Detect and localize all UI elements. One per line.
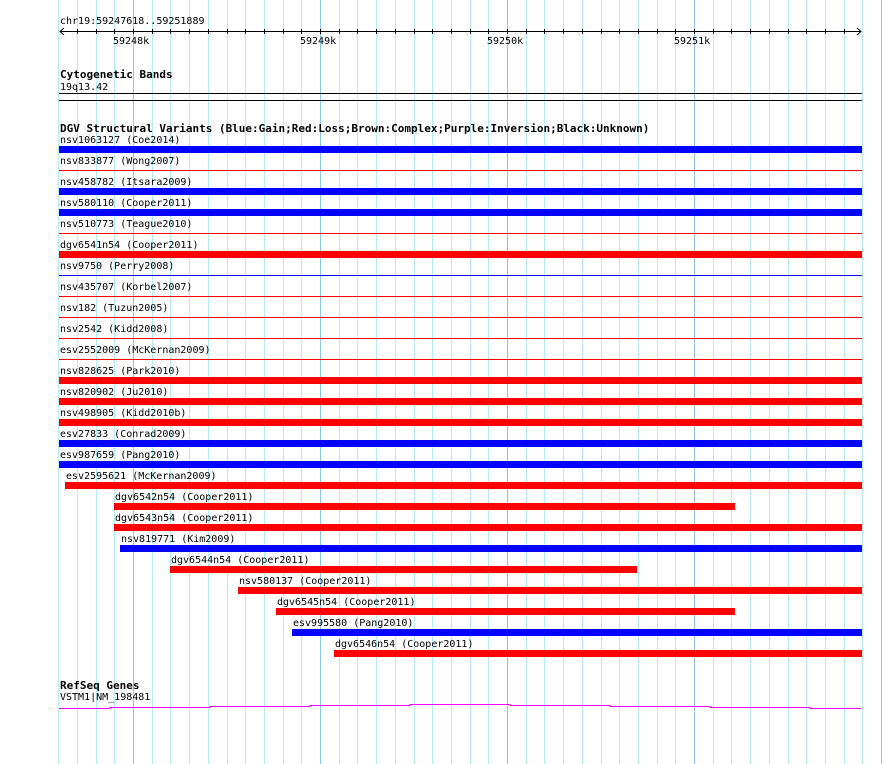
variant-label[interactable]: nsv828625 (Park2010) [60,366,180,377]
variant-row[interactable]: dgv6542n54 (Cooper2011) [114,492,735,510]
ruler-tick-label: 59250k [487,36,523,47]
variant-row[interactable]: esv27833 (Conrad2009) [59,429,862,447]
region-label: chr19:59247618..59251889 [60,16,205,27]
cytoband-title: Cytogenetic Bands [60,68,173,81]
variant-row[interactable]: nsv498905 (Kidd2010b) [59,408,862,426]
refseq-track: RefSeq Genes VSTM1|NM_198481 [59,679,861,709]
variant-row[interactable]: nsv9750 (Perry2008) [59,261,862,276]
gene-label[interactable]: VSTM1|NM_198481 [60,692,150,703]
cytoband-label: 19q13.42 [60,82,108,93]
variant-label[interactable]: dgv6546n54 (Cooper2011) [335,639,473,650]
variant-label[interactable]: nsv498905 (Kidd2010b) [60,408,186,419]
variant-list: nsv1063127 (Coe2014) nsv833877 (Wong2007)… [59,135,862,657]
variant-label[interactable]: nsv1063127 (Coe2014) [60,135,180,146]
variant-label[interactable]: dgv6545n54 (Cooper2011) [277,597,415,608]
variant-row[interactable]: nsv435707 (Korbel2007) [59,282,862,297]
variant-row[interactable]: nsv833877 (Wong2007) [59,156,862,171]
variant-label[interactable]: nsv820902 (Ju2010) [60,387,168,398]
ruler-tick-label: 59248k [113,36,149,47]
variant-label[interactable]: nsv580110 (Cooper2011) [60,198,192,209]
variant-label[interactable]: dgv6543n54 (Cooper2011) [115,513,253,524]
variant-label[interactable]: esv995580 (Pang2010) [293,618,413,629]
variant-label[interactable]: nsv458782 (Itsara2009) [60,177,192,188]
variant-label[interactable]: dgv6541n54 (Cooper2011) [60,240,198,251]
variant-row[interactable]: esv2595621 (McKernan2009) [65,471,862,489]
variant-label[interactable]: nsv510773 (Teague2010) [60,219,192,230]
variant-label[interactable]: nsv2542 (Kidd2008) [60,324,168,335]
variant-bar-gain[interactable] [292,629,862,636]
variant-row[interactable]: esv987659 (Pang2010) [59,450,862,468]
variant-bar-loss[interactable] [238,587,862,594]
variant-row[interactable]: nsv2542 (Kidd2008) [59,324,862,339]
variant-bar-loss[interactable] [334,650,862,657]
variant-row[interactable]: dgv6544n54 (Cooper2011) [170,555,637,573]
variant-label[interactable]: esv987659 (Pang2010) [60,450,180,461]
variant-bar-loss[interactable] [114,524,862,531]
ruler-tick-label: 59251k [674,36,710,47]
variant-label[interactable]: nsv435707 (Korbel2007) [60,282,192,293]
ruler-tick-label: 59249k [300,36,336,47]
variant-row[interactable]: nsv1063127 (Coe2014) [59,135,862,153]
variant-label[interactable]: nsv580137 (Cooper2011) [239,576,371,587]
variant-row[interactable]: nsv828625 (Park2010) [59,366,862,384]
variant-bar-gain[interactable] [59,146,862,153]
variant-bar-loss[interactable] [276,608,735,615]
gene-model-vstm1[interactable] [59,704,861,709]
variant-bar-loss[interactable] [59,398,862,405]
variant-bar-gain[interactable] [59,461,862,468]
variant-bar-loss[interactable] [59,419,862,426]
variant-row[interactable]: nsv182 (Tuzun2005) [59,303,862,318]
cytoband-track: Cytogenetic Bands 19q13.42 [59,68,862,101]
variant-label[interactable]: esv2595621 (McKernan2009) [66,471,217,482]
variant-label[interactable]: nsv9750 (Perry2008) [60,261,174,272]
variant-bar-loss[interactable] [114,503,735,510]
dgv-track: DGV Structural Variants (Blue:Gain;Red:L… [59,122,862,657]
variant-label[interactable]: nsv819771 (Kim2009) [121,534,235,545]
variant-row[interactable]: dgv6545n54 (Cooper2011) [276,597,735,615]
variant-bar-loss[interactable] [59,377,862,384]
variant-row[interactable]: esv995580 (Pang2010) [292,618,862,636]
variant-bar-gain[interactable] [59,188,862,195]
variant-bar-gain[interactable] [120,545,862,552]
variant-bar-gain[interactable] [59,440,862,447]
variant-bar-loss[interactable] [59,251,862,258]
variant-row[interactable]: nsv820902 (Ju2010) [59,387,862,405]
variant-bar-loss[interactable] [170,566,637,573]
variant-bar-gain[interactable] [59,209,862,216]
variant-label[interactable]: esv27833 (Conrad2009) [60,429,186,440]
variant-row[interactable]: nsv458782 (Itsara2009) [59,177,862,195]
refseq-title: RefSeq Genes [60,679,139,692]
dgv-title: DGV Structural Variants (Blue:Gain;Red:L… [60,122,649,135]
ruler-track: chr19:59247618..59251889 59248k 59249k 592… [59,16,862,47]
variant-bar-loss[interactable] [65,482,862,489]
variant-label[interactable]: nsv182 (Tuzun2005) [60,303,168,314]
variant-row[interactable]: nsv580137 (Cooper2011) [238,576,862,594]
variant-label[interactable]: dgv6544n54 (Cooper2011) [171,555,309,566]
variant-row[interactable]: nsv510773 (Teague2010) [59,219,862,234]
variant-label[interactable]: esv2552009 (McKernan2009) [60,345,211,356]
variant-label[interactable]: dgv6542n54 (Cooper2011) [115,492,253,503]
variant-row[interactable]: nsv580110 (Cooper2011) [59,198,862,216]
genome-browser-canvas: chr19:59247618..59251889 59248k 59249k 592… [58,0,882,764]
variant-row[interactable]: dgv6541n54 (Cooper2011) [59,240,862,258]
variant-label[interactable]: nsv833877 (Wong2007) [60,156,180,167]
variant-row[interactable]: dgv6546n54 (Cooper2011) [334,639,862,657]
variant-row[interactable]: esv2552009 (McKernan2009) [59,345,862,360]
